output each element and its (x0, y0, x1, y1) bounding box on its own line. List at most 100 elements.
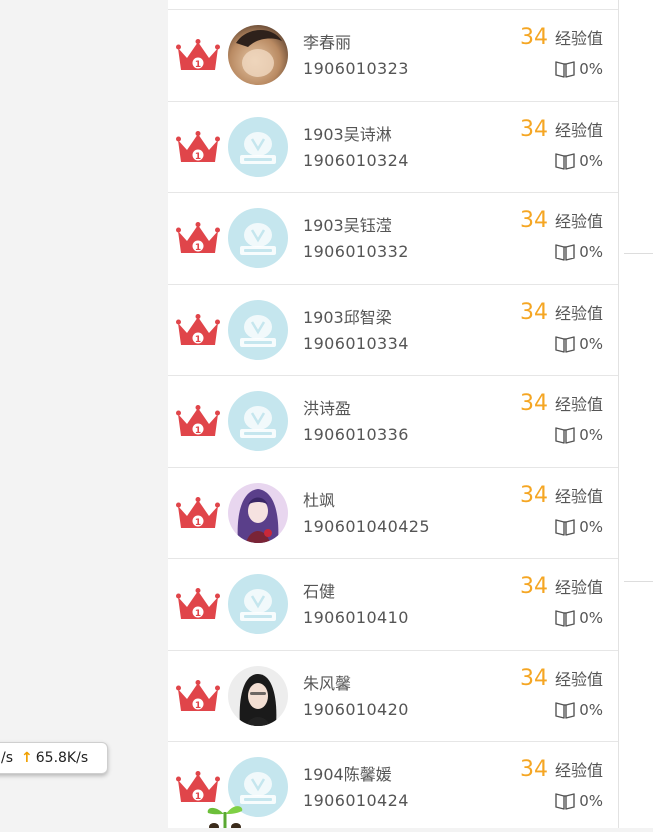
avatar[interactable] (228, 208, 288, 268)
exp-value: 34 经验值 (520, 25, 603, 50)
avatar[interactable] (228, 574, 288, 634)
student-id: 1906010334 (303, 333, 409, 353)
exp-value: 34 经验值 (520, 483, 603, 508)
svg-text:1: 1 (195, 426, 201, 436)
exp-number: 34 (519, 299, 548, 325)
exp-value: 34 经验值 (520, 300, 603, 325)
reading-progress: 0% (554, 151, 603, 171)
student-name: 1903吴钰滢 (303, 216, 392, 235)
reading-progress: 0% (554, 791, 603, 811)
exp-number: 34 (519, 116, 548, 142)
rank-list: 1 李春丽 1906010323 34 经验值 0% 1 1903吴诗淋 1906010324 3… (168, 10, 618, 828)
student-name: 李春丽 (303, 33, 352, 52)
exp-number: 34 (519, 574, 548, 599)
student-id: 1906010332 (303, 242, 409, 261)
reading-progress: 0% (554, 242, 603, 262)
exp-value: 34 经验值 (520, 391, 603, 416)
exp-value: 34 经验值 (520, 757, 603, 782)
rank-row[interactable]: 1 朱风馨 1906010420 34 经验值 0% (168, 651, 618, 742)
student-id: 1906010424 (303, 791, 409, 810)
svg-text:1: 1 (195, 243, 201, 253)
book-icon (554, 242, 576, 262)
upload-speed: 65.8K/s (35, 750, 89, 766)
rank-panel: 1 李春丽 1906010323 34 经验值 0% 1 1903吴诗淋 1906010324 3… (168, 0, 619, 828)
progress-percent: 0% (579, 517, 603, 536)
crown-icon: 1 (176, 221, 220, 257)
student-name: 石健 (303, 582, 336, 601)
rank-row[interactable]: 1 洪诗盈 1906010336 34 经验值 0% (168, 376, 618, 468)
exp-label: 经验值 (554, 303, 603, 323)
progress-percent: 0% (579, 700, 603, 719)
student-name: 1903邱智梁 (303, 307, 392, 327)
avatar[interactable] (228, 391, 288, 451)
exp-label: 经验值 (554, 212, 603, 231)
student-name: 朱风馨 (303, 673, 352, 693)
exp-value: 34 经验值 (520, 574, 603, 599)
student-id: 1906010410 (303, 608, 409, 627)
crown-icon: 1 (176, 404, 220, 440)
svg-text:1: 1 (195, 518, 201, 528)
reading-progress: 0% (554, 59, 603, 79)
student-name: 洪诗盈 (303, 399, 352, 418)
reading-progress: 0% (554, 700, 603, 720)
book-icon (554, 700, 576, 720)
exp-number: 34 (519, 25, 548, 50)
mascot-sprout-icon[interactable] (200, 800, 250, 831)
progress-percent: 0% (579, 60, 603, 78)
exp-number: 34 (519, 482, 548, 508)
avatar[interactable] (228, 116, 288, 177)
rank-row[interactable]: 1 李春丽 1906010323 34 经验值 0% (168, 10, 618, 102)
network-speed-widget[interactable]: /s ↑ 65.8K/s (0, 742, 108, 774)
progress-percent: 0% (579, 792, 603, 810)
crown-icon: 1 (176, 130, 220, 166)
reading-progress: 0% (554, 425, 603, 445)
exp-number: 34 (519, 208, 548, 233)
reading-progress: 0% (554, 608, 603, 628)
book-icon (554, 608, 576, 628)
crown-icon: 1 (176, 679, 220, 715)
right-divider (624, 581, 653, 582)
svg-text:1: 1 (195, 609, 201, 619)
avatar[interactable] (228, 665, 288, 726)
crown-icon: 1 (176, 587, 220, 623)
student-name: 杜飒 (303, 490, 336, 510)
book-icon (554, 517, 576, 537)
avatar[interactable] (228, 299, 288, 360)
progress-percent: 0% (579, 243, 603, 261)
right-divider (624, 253, 653, 254)
svg-text:1: 1 (195, 335, 201, 345)
book-icon (554, 425, 576, 445)
progress-percent: 0% (579, 609, 603, 627)
progress-percent: 0% (579, 334, 603, 353)
crown-icon: 1 (176, 38, 220, 74)
right-background (619, 0, 653, 828)
rank-row[interactable]: 1 石健 1906010410 34 经验值 0% (168, 559, 618, 651)
svg-text:1: 1 (195, 152, 201, 162)
svg-text:1: 1 (195, 60, 201, 70)
book-icon (554, 334, 576, 354)
student-id: 1906010420 (303, 699, 409, 719)
student-id: 1906010323 (303, 59, 409, 78)
book-icon (554, 151, 576, 171)
exp-value: 34 经验值 (520, 666, 603, 691)
student-id: 1906010336 (303, 425, 409, 444)
exp-value: 34 经验值 (520, 117, 603, 142)
exp-label: 经验值 (554, 761, 603, 780)
avatar[interactable] (228, 25, 288, 85)
exp-number: 34 (519, 665, 548, 691)
svg-text:1: 1 (195, 701, 201, 711)
avatar[interactable] (228, 482, 288, 543)
exp-number: 34 (519, 391, 548, 416)
download-speed: /s (1, 750, 14, 766)
exp-label: 经验值 (554, 395, 603, 414)
rank-row[interactable]: 1 1903吴诗淋 1906010324 34 经验值 0% (168, 102, 618, 193)
student-name: 1903吴诗淋 (303, 124, 392, 144)
exp-label: 经验值 (554, 120, 603, 140)
rank-row[interactable]: 1 1903邱智梁 1906010334 34 经验值 0% (168, 285, 618, 376)
rank-row[interactable]: 1 1903吴钰滢 1906010332 34 经验值 0% (168, 193, 618, 285)
reading-progress: 0% (554, 517, 603, 537)
exp-label: 经验值 (554, 29, 603, 48)
student-name: 1904陈馨媛 (303, 765, 392, 784)
rank-row[interactable]: 1 杜飒 190601040425 34 经验值 0% (168, 468, 618, 559)
student-id: 190601040425 (303, 516, 430, 536)
